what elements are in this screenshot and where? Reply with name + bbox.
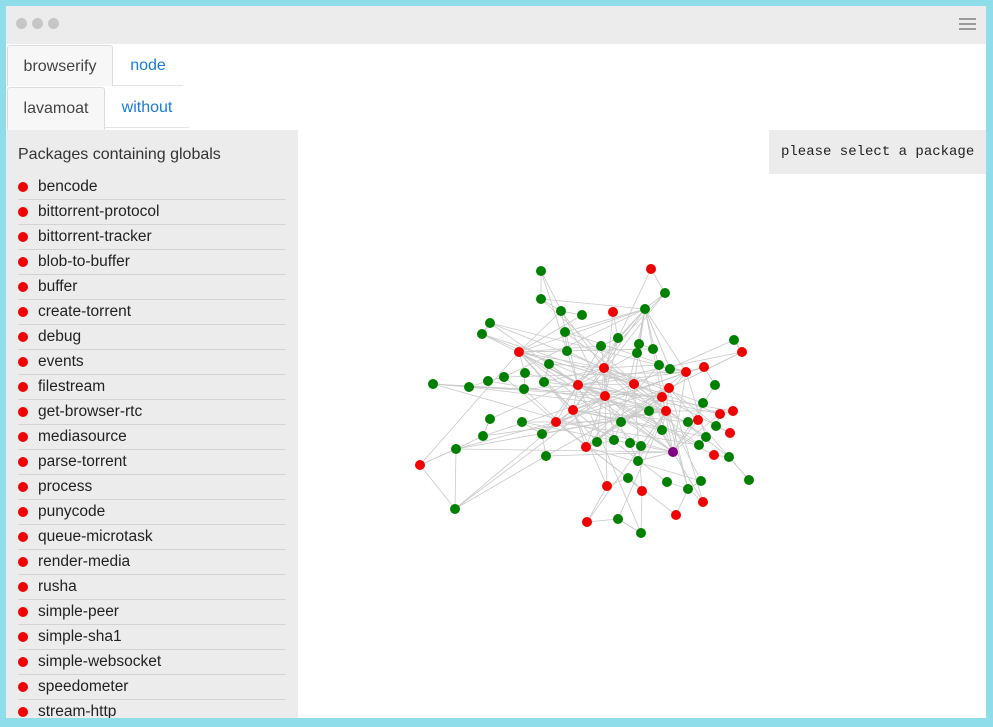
graph-edge <box>637 451 674 462</box>
graph-node[interactable] <box>485 318 495 328</box>
graph-edge <box>585 446 702 482</box>
graph-node[interactable] <box>450 504 460 514</box>
graph-node-global[interactable] <box>681 367 691 377</box>
graph-node[interactable] <box>560 327 570 337</box>
graph-node-global[interactable] <box>415 460 425 470</box>
graph-node[interactable] <box>464 382 474 392</box>
graph-node[interactable] <box>644 406 654 416</box>
graph-node[interactable] <box>517 417 527 427</box>
graph-node[interactable] <box>634 339 644 349</box>
graph-node[interactable] <box>698 398 708 408</box>
graph-node[interactable] <box>520 368 530 378</box>
graph-edge <box>540 298 646 310</box>
graph-node-global[interactable] <box>608 307 618 317</box>
graph-node-global[interactable] <box>599 363 609 373</box>
graph-node-global[interactable] <box>600 391 610 401</box>
graph-node[interactable] <box>662 477 672 487</box>
graph-node[interactable] <box>683 417 693 427</box>
graph-node[interactable] <box>556 306 566 316</box>
graph-node-global[interactable] <box>661 406 671 416</box>
graph-node[interactable] <box>499 372 509 382</box>
graph-node[interactable] <box>623 473 633 483</box>
graph-node[interactable] <box>477 329 487 339</box>
graph-node-global[interactable] <box>725 428 735 438</box>
graph-node[interactable] <box>636 441 646 451</box>
graph-node[interactable] <box>592 437 602 447</box>
graph-node[interactable] <box>729 335 739 345</box>
graph-node[interactable] <box>428 379 438 389</box>
graph-node[interactable] <box>710 380 720 390</box>
graph-node[interactable] <box>537 429 547 439</box>
graph-edge <box>454 395 606 510</box>
graph-node[interactable] <box>640 304 650 314</box>
graph-node-global[interactable] <box>582 517 592 527</box>
graph-node[interactable] <box>596 341 606 351</box>
graph-node[interactable] <box>696 476 706 486</box>
graph-node[interactable] <box>609 435 619 445</box>
graph-node[interactable] <box>478 431 488 441</box>
graph-node-global[interactable] <box>728 406 738 416</box>
graph-edge <box>419 448 457 466</box>
graph-edge <box>672 371 687 453</box>
graph-node[interactable] <box>654 360 664 370</box>
graph-edge <box>454 448 457 510</box>
graph-node-selected[interactable] <box>668 447 678 457</box>
graph-node-global[interactable] <box>671 510 681 520</box>
graph-node-global[interactable] <box>693 415 703 425</box>
graph-node-global[interactable] <box>699 362 709 372</box>
graph-node-global[interactable] <box>698 497 708 507</box>
graph-node[interactable] <box>616 417 626 427</box>
graph-node[interactable] <box>683 484 693 494</box>
graph-node[interactable] <box>660 288 670 298</box>
graph-node[interactable] <box>657 425 667 435</box>
dependency-graph[interactable] <box>6 6 986 718</box>
graph-node[interactable] <box>701 432 711 442</box>
graph-node[interactable] <box>544 359 554 369</box>
graph-node[interactable] <box>536 266 546 276</box>
graph-node-global[interactable] <box>657 392 667 402</box>
graph-node[interactable] <box>648 344 658 354</box>
graph-node-global[interactable] <box>715 409 725 419</box>
graph-edge <box>640 490 643 534</box>
graph-node[interactable] <box>613 514 623 524</box>
graph-node[interactable] <box>744 475 754 485</box>
graph-node[interactable] <box>541 451 551 461</box>
graph-edge <box>419 351 520 466</box>
graph-edge <box>419 464 456 510</box>
graph-node[interactable] <box>633 456 643 466</box>
graph-edge <box>586 410 667 523</box>
graph-node[interactable] <box>536 294 546 304</box>
graph-node[interactable] <box>694 440 704 450</box>
graph-node-global[interactable] <box>709 450 719 460</box>
graph-node[interactable] <box>665 364 675 374</box>
graph-node-global[interactable] <box>581 442 591 452</box>
graph-node-global[interactable] <box>637 486 647 496</box>
graph-node-global[interactable] <box>568 405 578 415</box>
graph-node-global[interactable] <box>664 383 674 393</box>
graph-node-global[interactable] <box>737 347 747 357</box>
graph-edge <box>604 395 608 487</box>
graph-node[interactable] <box>519 384 529 394</box>
graph-node[interactable] <box>625 438 635 448</box>
graph-node[interactable] <box>451 444 461 454</box>
app-window: browserify node lavamoat without Package… <box>6 6 986 718</box>
graph-edge <box>454 455 547 510</box>
graph-node[interactable] <box>539 377 549 387</box>
graph-edge <box>586 485 608 523</box>
graph-node-global[interactable] <box>629 379 639 389</box>
graph-node[interactable] <box>632 348 642 358</box>
graph-node-global[interactable] <box>551 417 561 427</box>
graph-node[interactable] <box>485 414 495 424</box>
graph-node-global[interactable] <box>602 481 612 491</box>
graph-node[interactable] <box>636 528 646 538</box>
graph-node[interactable] <box>711 421 721 431</box>
graph-node-global[interactable] <box>573 380 583 390</box>
graph-node[interactable] <box>724 452 734 462</box>
graph-node[interactable] <box>483 376 493 386</box>
graph-node-global[interactable] <box>646 264 656 274</box>
graph-node-global[interactable] <box>514 347 524 357</box>
graph-node[interactable] <box>577 310 587 320</box>
graph-node[interactable] <box>613 333 623 343</box>
graph-node[interactable] <box>562 346 572 356</box>
